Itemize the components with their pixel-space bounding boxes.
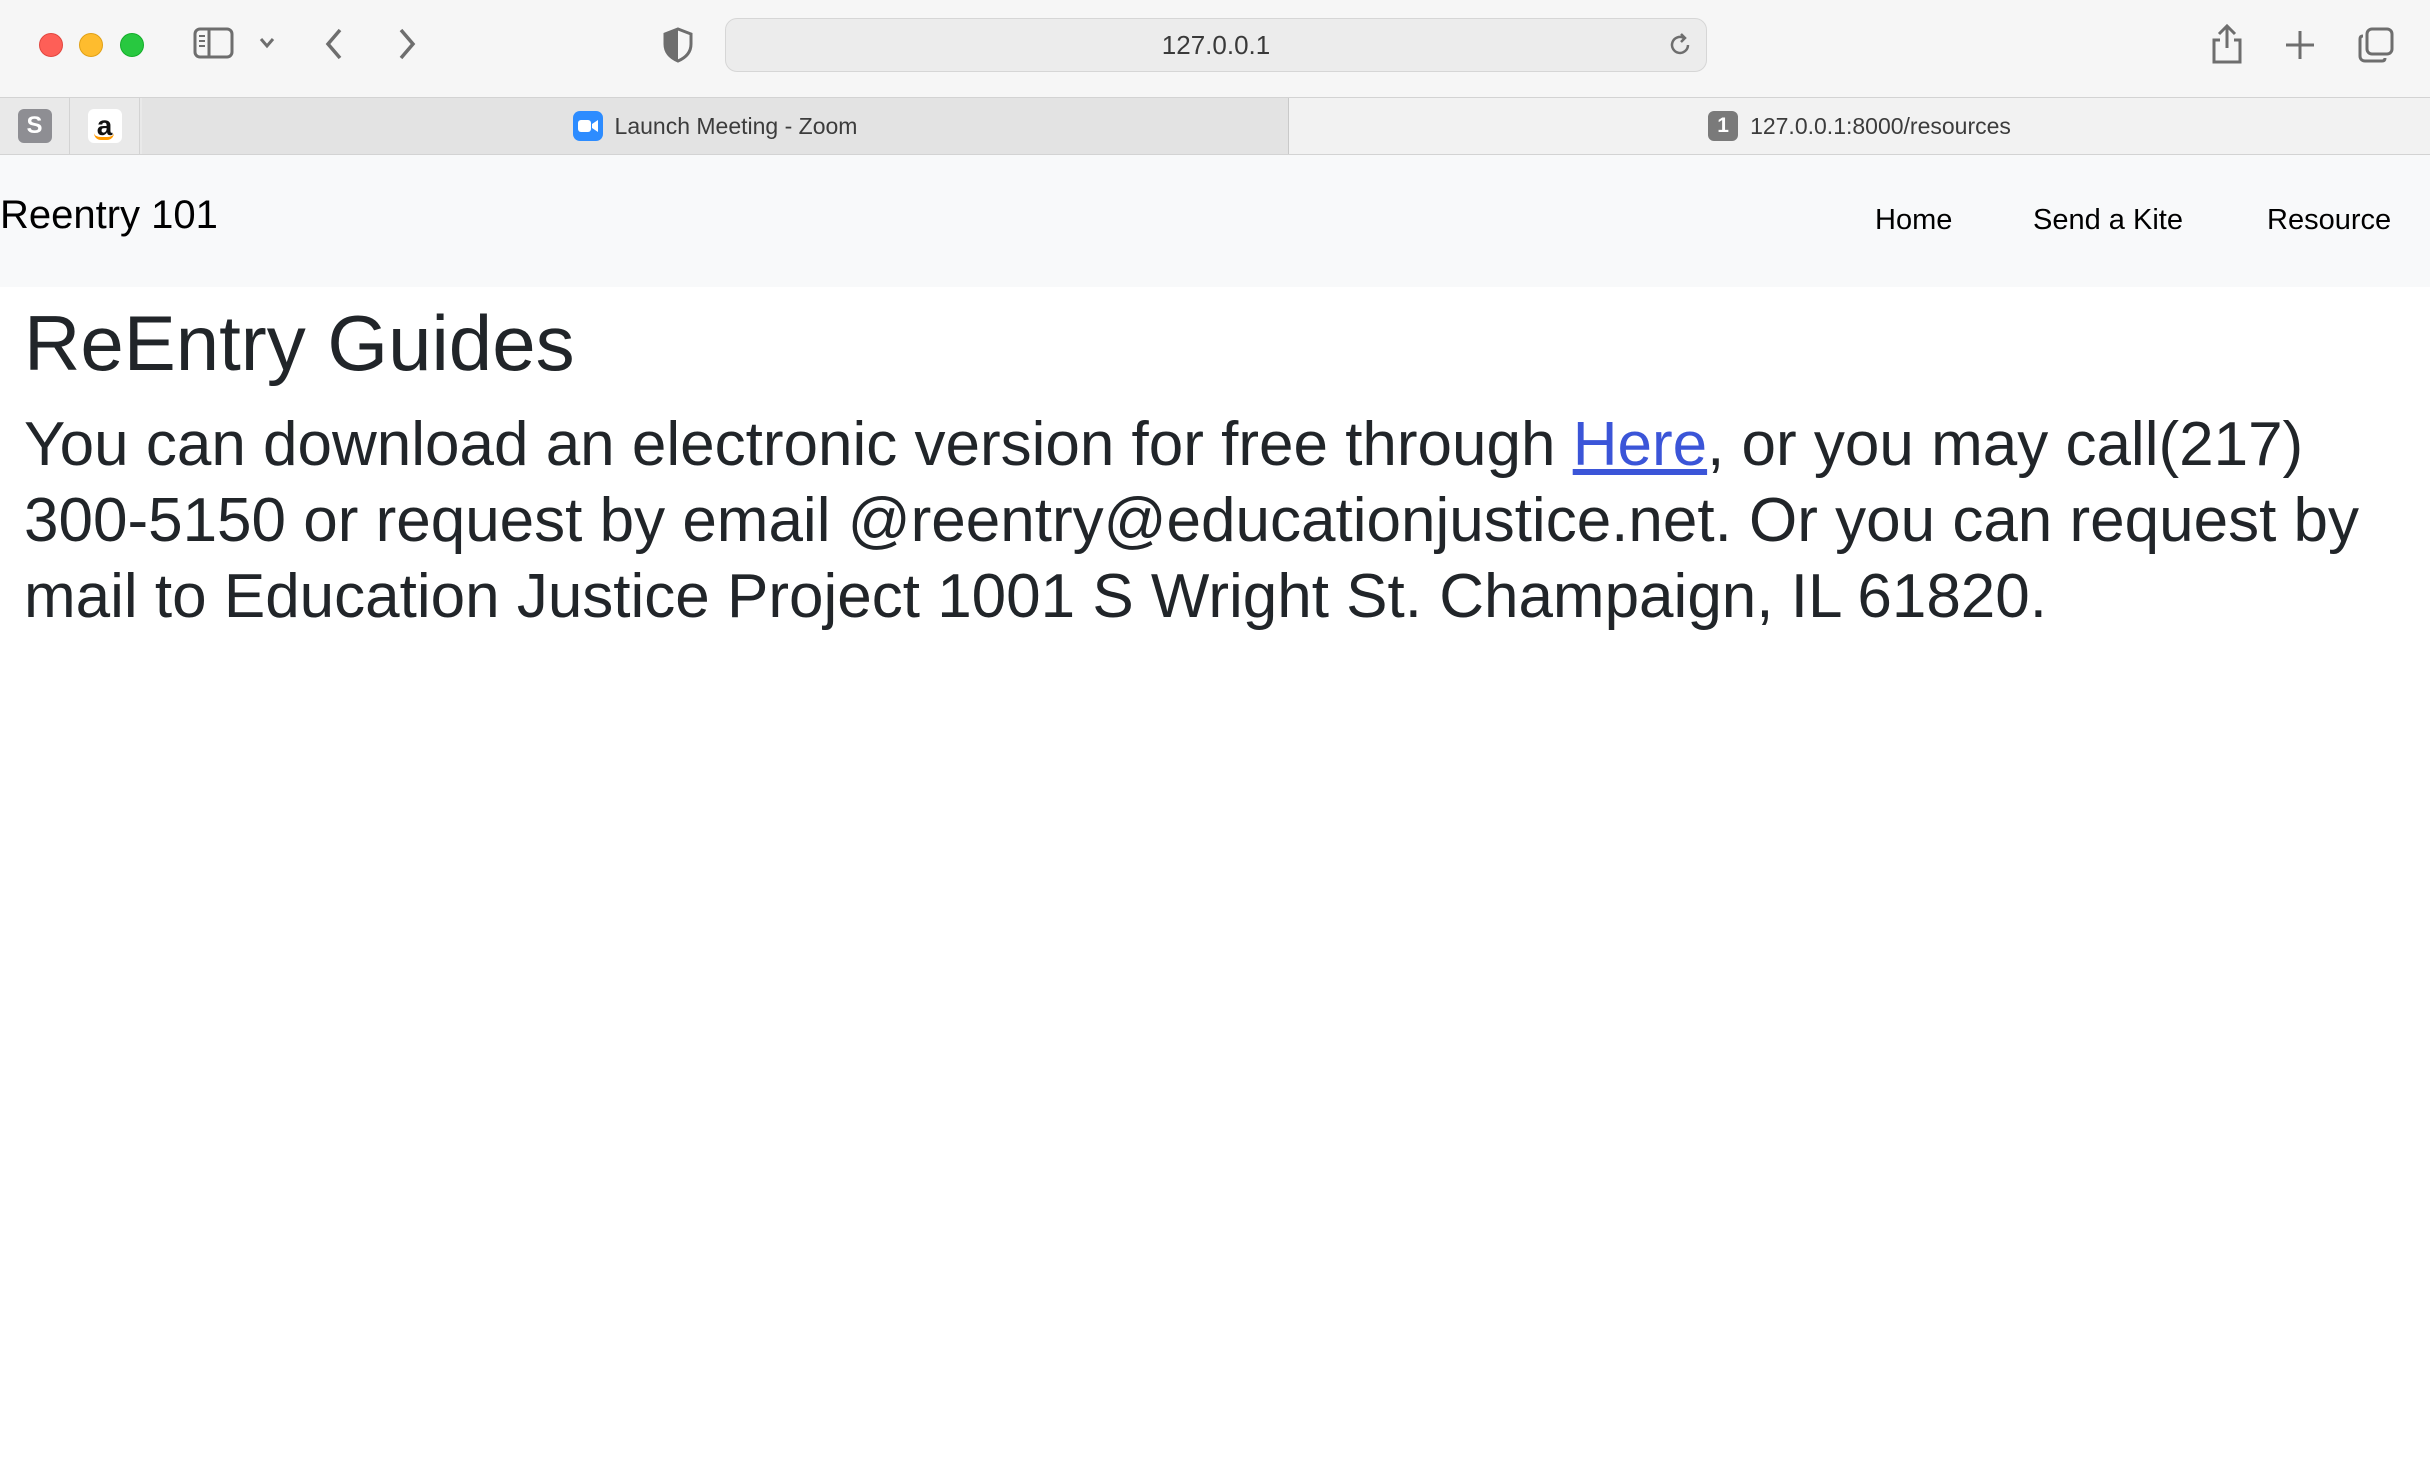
forward-arrow-icon[interactable] (395, 26, 419, 62)
tab-badge-icon: 1 (1708, 111, 1739, 141)
tab-resources[interactable]: 1 127.0.0.1:8000/resources (1289, 98, 2430, 154)
pinned-tab-amazon[interactable]: a (70, 98, 140, 154)
tab-zoom-meeting[interactable]: Launch Meeting - Zoom (142, 98, 1289, 154)
nav-link-send-a-kite[interactable]: Send a Kite (2033, 203, 2183, 238)
nav-link-home[interactable]: Home (1875, 203, 1952, 238)
page-title: ReEntry Guides (24, 299, 575, 387)
tab-label: Launch Meeting - Zoom (614, 112, 858, 139)
new-tab-icon[interactable] (2283, 28, 2317, 62)
tab-overview-icon[interactable] (2357, 26, 2395, 64)
share-icon[interactable] (2209, 22, 2245, 66)
back-arrow-icon[interactable] (322, 26, 346, 62)
site-navbar: Reentry 101 Home Send a Kite Resource (0, 155, 2430, 287)
amazon-icon: a (87, 109, 122, 143)
guide-description: You can download an electronic version f… (24, 407, 2404, 635)
close-window-button[interactable] (39, 33, 63, 57)
browser-toolbar: 127.0.0.1 (0, 0, 2430, 97)
address-text: 127.0.0.1 (1161, 29, 1271, 60)
description-text-before: You can download an electronic version f… (24, 410, 1573, 479)
privacy-shield-icon[interactable] (662, 27, 694, 63)
navbar-brand[interactable]: Reentry 101 (0, 191, 218, 239)
sidebar-toggle-icon[interactable] (193, 26, 235, 60)
s-favicon-icon: S (17, 109, 52, 143)
nav-link-resource[interactable]: Resource (2267, 203, 2391, 238)
minimize-window-button[interactable] (79, 33, 103, 57)
reload-icon[interactable] (1666, 31, 1694, 64)
tab-label: 127.0.0.1:8000/resources (1750, 112, 2011, 139)
web-page: Reentry 101 Home Send a Kite Resource Re… (0, 155, 2430, 1472)
address-bar[interactable]: 127.0.0.1 (725, 18, 1707, 72)
download-here-link[interactable]: Here (1573, 410, 1707, 479)
pinned-tab-s[interactable]: S (0, 98, 70, 154)
chevron-down-icon[interactable] (258, 36, 276, 50)
zoom-window-button[interactable] (120, 33, 144, 57)
tab-strip: S a Launch Meeting - Zoom 1 127.0.0.1:80… (0, 97, 2430, 155)
zoom-icon (572, 111, 603, 141)
